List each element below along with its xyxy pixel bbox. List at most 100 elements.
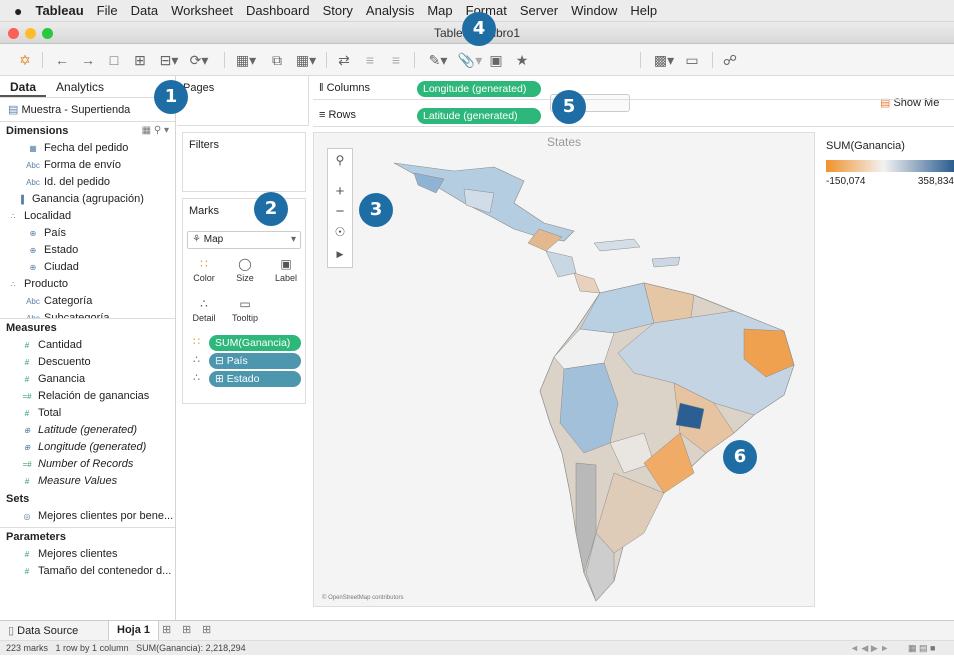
dimensions-field[interactable]: Abc Forma de envío <box>0 157 175 174</box>
region-panama[interactable] <box>573 272 601 294</box>
sort-ascending-icon[interactable]: ≡ <box>360 50 380 70</box>
measures-field[interactable]: ⊕ Latitude (generated) <box>0 422 175 439</box>
sheet-navigation-icon[interactable]: ◄ ◀ ▶ ► <box>850 641 889 656</box>
measures-field[interactable]: =# Number of Records <box>0 456 175 473</box>
new-datasource-icon[interactable]: ⊞ <box>130 50 150 70</box>
menu-data[interactable]: Data <box>131 3 158 18</box>
dimensions-field[interactable]: ⊕ País <box>0 225 175 242</box>
menu-worksheet[interactable]: Worksheet <box>171 3 233 18</box>
pill-estado[interactable]: ⊞ Estado <box>209 371 301 387</box>
menu-story[interactable]: Story <box>323 3 353 18</box>
measures-field[interactable]: ⊕ Longitude (generated) <box>0 439 175 456</box>
measures-field[interactable]: =# Relación de ganancias <box>0 388 175 405</box>
dimensions-field-label: Ciudad <box>44 261 79 273</box>
sort-descending-icon[interactable]: ≡ <box>386 50 406 70</box>
group-icon[interactable]: 📎▾ <box>456 50 484 70</box>
rows-shelf[interactable]: ≡ Rows Latitude (generated) <box>313 105 954 127</box>
legend-gradient[interactable] <box>826 160 954 172</box>
datasource-item[interactable]: ▤ Muestra - Supertienda <box>0 98 175 122</box>
duplicate-sheet-icon[interactable]: ⧉ <box>266 50 288 70</box>
presentation-icon[interactable]: ▭ <box>682 50 702 70</box>
pin-icon[interactable]: ★ <box>512 50 532 70</box>
share-icon[interactable]: ☍ <box>720 50 740 70</box>
app-menu[interactable]: Tableau <box>35 3 83 18</box>
menu-dashboard[interactable]: Dashboard <box>246 3 310 18</box>
clear-sheet-icon[interactable]: ▦▾ <box>292 50 320 70</box>
label-button[interactable]: ▣ Label <box>269 255 303 289</box>
mark-type-dropdown[interactable]: ⚘ Map ▾ <box>187 231 301 249</box>
dimensions-field[interactable]: ∴ Localidad <box>0 208 175 225</box>
show-labels-icon[interactable]: ▣ <box>486 50 506 70</box>
region-cuba[interactable] <box>593 238 641 252</box>
filters-shelf[interactable]: Filters <box>182 132 306 192</box>
tab-analytics[interactable]: Analytics <box>46 76 114 97</box>
measures-field[interactable]: # Cantidad <box>0 337 175 354</box>
measures-field[interactable]: # Total <box>0 405 175 422</box>
sets-field[interactable]: ◎ Mejores clientes por bene... <box>0 508 175 525</box>
menu-map[interactable]: Map <box>427 3 452 18</box>
parameters-field[interactable]: # Tamaño del contenedor d... <box>0 563 175 580</box>
apple-icon[interactable]: ● <box>14 3 22 19</box>
sheet-sorter-icon[interactable]: ▦ ▤ ■ <box>908 641 935 656</box>
dimensions-field[interactable]: ▐ Ganancia (agrupación) <box>0 191 175 208</box>
menu-analysis[interactable]: Analysis <box>366 3 414 18</box>
menu-help[interactable]: Help <box>630 3 657 18</box>
measures-field[interactable]: # Ganancia <box>0 371 175 388</box>
pill-latitude[interactable]: Latitude (generated) <box>417 108 541 124</box>
map-search-icon[interactable]: ⚲ <box>328 153 352 167</box>
tab-hoja-1[interactable]: Hoja 1 <box>108 621 160 640</box>
new-sheet-icon[interactable]: ⊞ <box>162 623 171 636</box>
dimensions-field[interactable]: Abc Subcategoría <box>0 310 175 318</box>
pill-longitude[interactable]: Longitude (generated) <box>417 81 541 97</box>
region-state[interactable] <box>463 188 495 214</box>
dimensions-field[interactable]: ▦ Fecha del pedido <box>0 140 175 157</box>
parameters-header: Parameters <box>6 531 66 543</box>
pill-sum-ganancia[interactable]: SUM(Ganancia) <box>209 335 301 351</box>
redo-icon[interactable]: → <box>78 50 98 70</box>
save-icon[interactable]: □ <box>104 50 124 70</box>
dimensions-field[interactable]: Abc Categoría <box>0 293 175 310</box>
measures-field[interactable]: # Measure Values <box>0 473 175 490</box>
menu-file[interactable]: File <box>97 3 118 18</box>
new-story-icon[interactable]: ⊞ <box>202 623 211 636</box>
callout-1: 1 <box>154 80 188 114</box>
zoom-in-icon[interactable]: + <box>328 183 352 200</box>
dimensions-tools-icon[interactable]: ▦ ⚲ ▾ <box>142 122 169 140</box>
pill-pais[interactable]: ⊟ País <box>209 353 301 369</box>
refresh-icon[interactable]: ⟳▾ <box>186 50 212 70</box>
pause-updates-icon[interactable]: ⊟▾ <box>156 50 182 70</box>
new-worksheet-icon[interactable]: ▦▾ <box>232 50 260 70</box>
columns-shelf[interactable]: ‖ Columns Longitude (generated) <box>313 78 954 100</box>
menu-server[interactable]: Server <box>520 3 558 18</box>
swap-icon[interactable]: ⇄ <box>334 50 354 70</box>
dimensions-field[interactable]: ∴ Producto <box>0 276 175 293</box>
tab-data[interactable]: Data <box>0 76 47 97</box>
parameters-field-label: Tamaño del contenedor d... <box>38 565 172 577</box>
dimensions-field[interactable]: ⊕ Estado <box>0 242 175 259</box>
parameters-field[interactable]: # Mejores clientes <box>0 546 175 563</box>
region-dominican[interactable] <box>651 256 681 268</box>
highlight-icon[interactable]: ✎▾ <box>424 50 452 70</box>
undo-icon[interactable]: ← <box>52 50 72 70</box>
detail-button[interactable]: ∴ Detail <box>187 295 221 329</box>
menu-window[interactable]: Window <box>571 3 617 18</box>
tooltip-button[interactable]: ▭ Tooltip <box>228 295 262 329</box>
dimensions-field[interactable]: Abc Id. del pedido <box>0 174 175 191</box>
region-honduras[interactable] <box>545 250 577 278</box>
dimensions-field[interactable]: ⊕ Ciudad <box>0 259 175 276</box>
label-icon: ▣ <box>280 257 292 271</box>
tableau-logo-icon[interactable]: ✡ <box>14 50 36 70</box>
color-button[interactable]: ∷ Color <box>187 255 221 289</box>
toolbar-expand-icon[interactable]: ▶ <box>328 249 352 260</box>
pin-map-icon[interactable]: ☉ <box>328 225 352 239</box>
size-button[interactable]: ◯ Size <box>228 255 262 289</box>
new-dashboard-icon[interactable]: ⊞ <box>182 623 191 636</box>
zoom-out-icon[interactable]: − <box>328 203 352 220</box>
measures-field[interactable]: # Descuento <box>0 354 175 371</box>
pages-shelf[interactable]: Pages <box>177 76 309 126</box>
sets-list: ◎ Mejores clientes por bene... <box>0 508 175 525</box>
measures-header: Measures <box>6 322 57 334</box>
callout-3: 3 <box>359 193 393 227</box>
tab-data-source[interactable]: ▯ Data Source <box>8 624 78 637</box>
presentation-mode-icon[interactable]: ▩▾ <box>650 50 678 70</box>
